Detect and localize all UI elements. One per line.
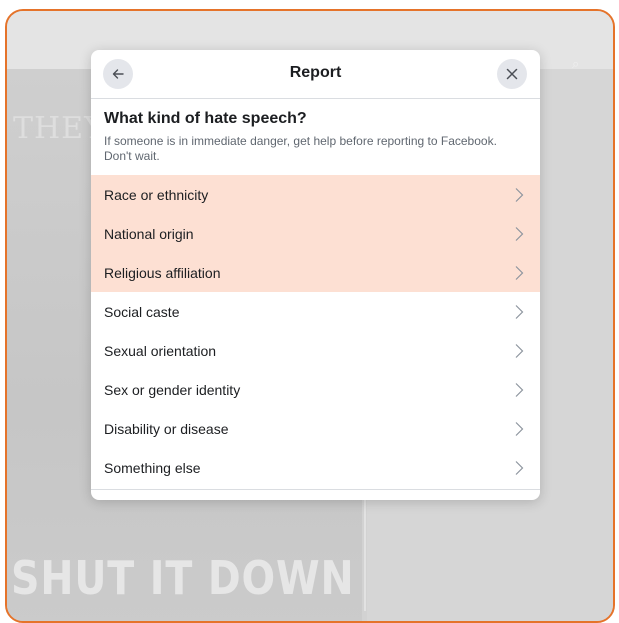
option-religious-affiliation[interactable]: Religious affiliation [91,253,540,292]
option-label: Sexual orientation [104,342,217,359]
question-heading: What kind of hate speech? [104,110,307,127]
chevron-right-icon [515,227,524,241]
chevron-right-icon [515,188,524,202]
option-label: Something else [104,459,201,476]
dialog-title: Report [289,64,342,81]
chevron-right-icon [515,422,524,436]
option-disability-or-disease[interactable]: Disability or disease [91,409,540,448]
option-race-or-ethnicity[interactable]: Race or ethnicity [91,175,540,214]
dialog-header: Report [91,50,540,98]
option-label: Sex or gender identity [104,381,241,398]
option-national-origin[interactable]: National origin [91,214,540,253]
option-label: Race or ethnicity [104,186,209,203]
helper-text: If someone is in immediate danger, get h… [104,134,497,163]
chevron-right-icon [515,383,524,397]
option-label: Social caste [104,303,180,320]
close-icon [506,68,518,80]
option-social-caste[interactable]: Social caste [91,292,540,331]
report-dialog: Report What kind of hate speech? If some… [91,50,540,500]
option-something-else[interactable]: Something else [91,448,540,487]
chevron-right-icon [515,461,524,475]
option-list: Race or ethnicity National origin Religi… [91,175,540,487]
zoom-icon: ⌕ [572,56,580,71]
chevron-right-icon [515,305,524,319]
option-label: Religious affiliation [104,264,221,281]
option-sex-or-gender-identity[interactable]: Sex or gender identity [91,370,540,409]
background-divider [364,481,366,611]
question-section: What kind of hate speech? If someone is … [91,99,540,164]
option-label: Disability or disease [104,420,229,437]
chevron-right-icon [515,266,524,280]
footer-divider [91,489,540,490]
close-button[interactable] [497,59,527,89]
option-label: National origin [104,225,194,242]
background-poster-text-bottom: SHUT IT DOWN [11,551,355,605]
chevron-right-icon [515,344,524,358]
option-sexual-orientation[interactable]: Sexual orientation [91,331,540,370]
